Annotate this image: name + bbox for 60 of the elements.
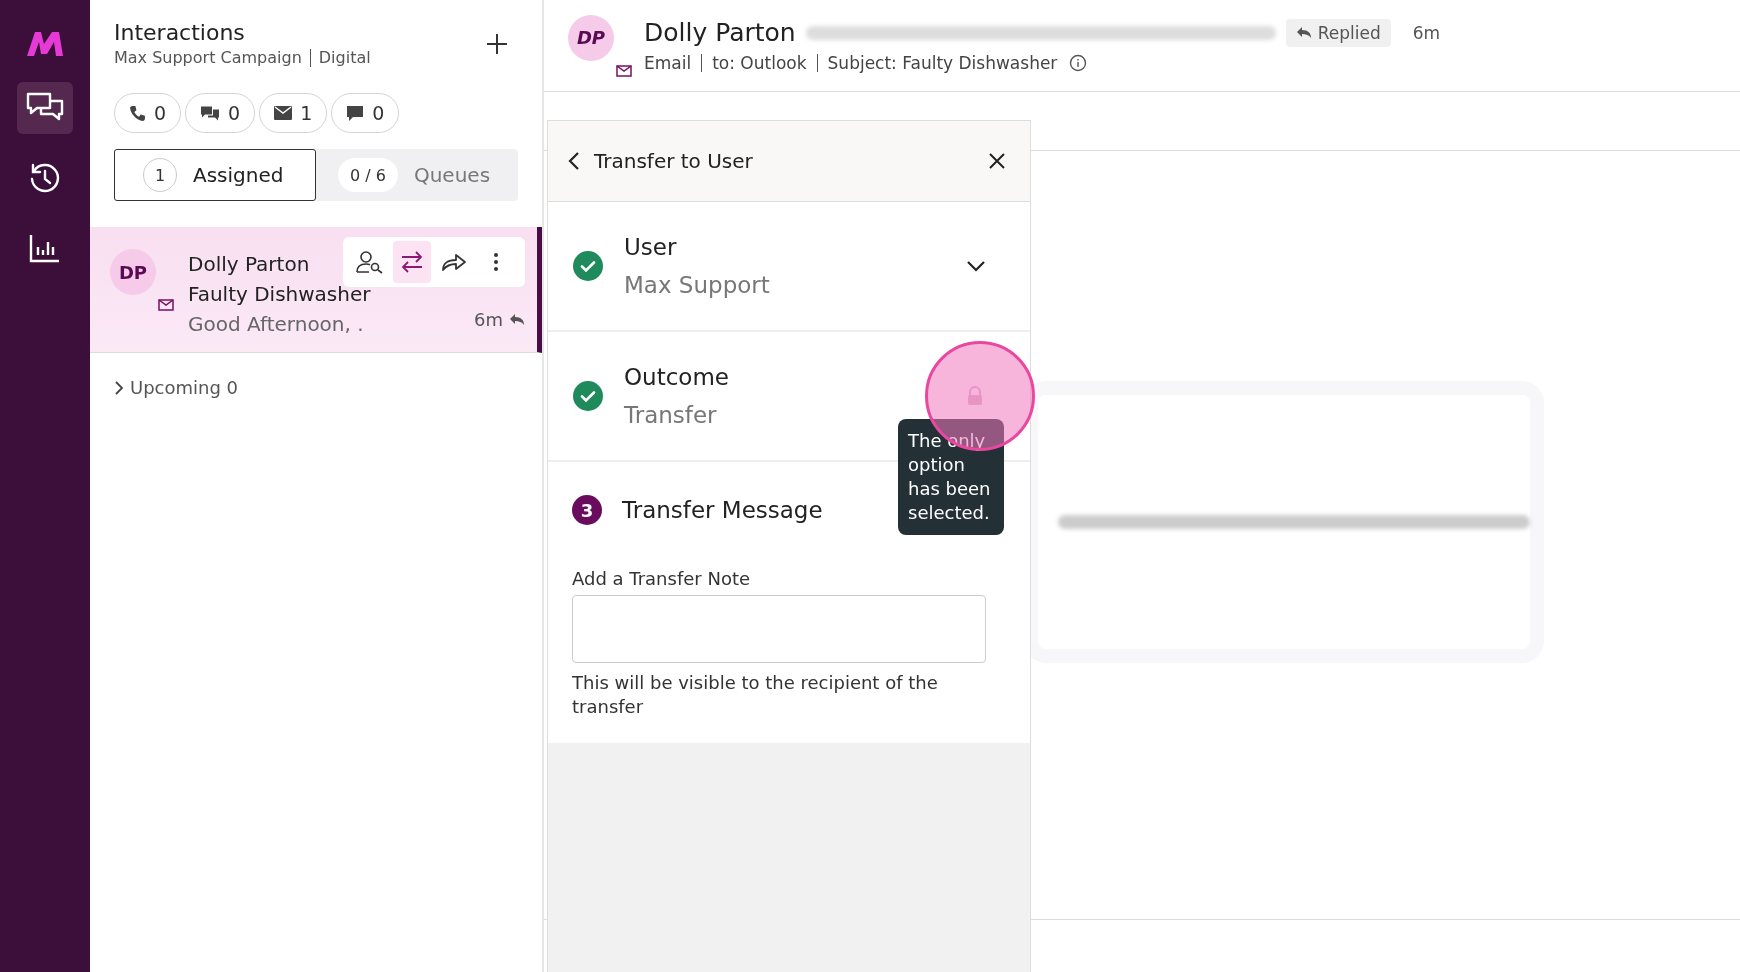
- reply-icon: [509, 313, 525, 326]
- status-badge: Replied: [1285, 18, 1391, 47]
- step-value: Max Support: [624, 272, 770, 298]
- queue-tab[interactable]: 1 Assigned: [114, 149, 316, 201]
- help-text: This will be visible to the recipient of the transfer: [572, 671, 939, 719]
- bar-chart-icon: [29, 233, 61, 263]
- upcoming-toggle[interactable]: Upcoming 0: [90, 353, 542, 398]
- meta-text: Email: [644, 53, 692, 73]
- logo-icon: [25, 30, 65, 56]
- add-icon[interactable]: [486, 32, 508, 55]
- reply-icon: [1295, 26, 1312, 39]
- counter-value: 1: [300, 102, 313, 124]
- campaign-name: Max Support Campaign: [114, 48, 302, 67]
- transfer-action-button[interactable]: [393, 241, 431, 283]
- history-icon: [28, 161, 62, 195]
- elapsed-time: 6m: [474, 309, 503, 330]
- chat-icon: [200, 104, 221, 122]
- user-search-icon: [356, 250, 384, 274]
- panel-title: Interactions: [114, 20, 246, 45]
- close-icon[interactable]: [988, 152, 1006, 170]
- conversations-nav-button[interactable]: [17, 82, 73, 134]
- counter-value: 0: [228, 102, 241, 124]
- avatar: DP: [110, 249, 156, 295]
- message-icon: [346, 104, 365, 122]
- chevron-icon: [114, 379, 124, 396]
- meta-text: to: Outlook: [712, 53, 807, 73]
- envelope-icon: [616, 64, 632, 77]
- counter-value: 0: [372, 102, 385, 124]
- envelope-icon: [274, 106, 293, 120]
- panel-title: Transfer to User: [594, 149, 754, 173]
- step-value: Transfer: [624, 402, 717, 428]
- contact-name: Dolly Parton: [644, 18, 796, 47]
- elapsed-time: 6m: [1412, 22, 1441, 43]
- queue-tab[interactable]: 0 / 6 Queues: [316, 149, 518, 201]
- count-badge: 0 / 6: [338, 158, 398, 192]
- transfer-note-field[interactable]: [572, 595, 986, 663]
- swap-arrows-icon: [400, 251, 424, 273]
- more-icon: [493, 252, 499, 272]
- tab-label: Assigned: [193, 163, 284, 187]
- step-title: Outcome: [624, 364, 729, 390]
- tab-label: Queues: [413, 163, 491, 187]
- forward-arrow-icon: [441, 252, 467, 272]
- interaction-item[interactable]: DP Dolly Parton Faulty Dishwasher Good Afternoon, . 6m: [90, 227, 542, 353]
- avatar: DP: [568, 14, 614, 61]
- counter-value: 0: [154, 102, 167, 124]
- phone-icon: [129, 104, 146, 122]
- lock-icon: [966, 386, 984, 406]
- channel-name: Digital: [318, 48, 371, 67]
- step-title: User: [624, 234, 677, 260]
- chevron-down-icon[interactable]: [966, 260, 986, 272]
- envelope-icon: [158, 299, 174, 311]
- field-label: Add a Transfer Note: [572, 568, 752, 589]
- step-title: Transfer Message: [622, 497, 823, 523]
- message-preview: Good Afternoon, .: [188, 311, 364, 338]
- meta-text: Subject: Faulty Dishwasher: [827, 53, 1058, 73]
- contact-name: Dolly Parton: [188, 251, 310, 278]
- step-number: 3: [572, 495, 602, 525]
- info-icon[interactable]: [1069, 54, 1088, 72]
- subject-text: Faulty Dishwasher: [188, 281, 371, 308]
- back-icon[interactable]: [568, 151, 580, 171]
